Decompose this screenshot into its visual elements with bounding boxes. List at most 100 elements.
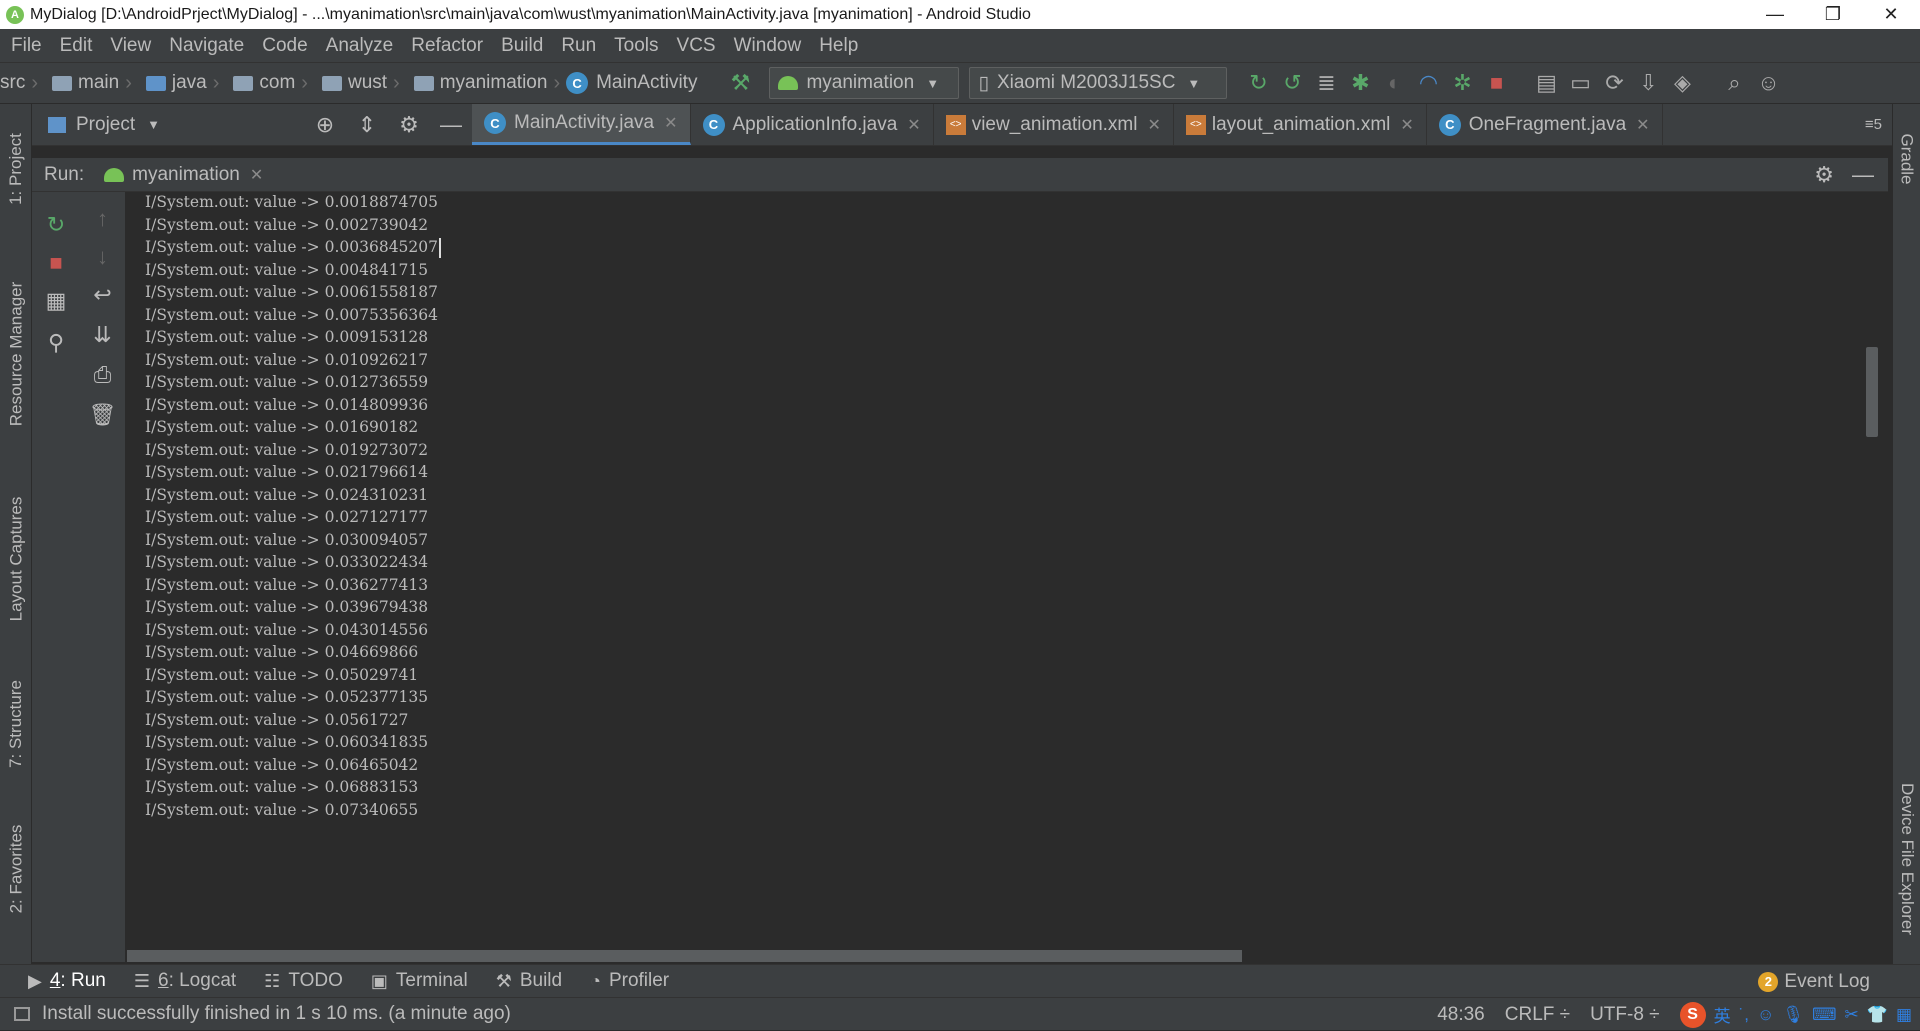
rerun-icon[interactable]: ↻: [32, 212, 80, 238]
close-icon[interactable]: ✕: [1636, 115, 1649, 135]
minimize-button[interactable]: —: [1746, 0, 1804, 29]
arrow-down-icon[interactable]: ↓: [80, 244, 125, 270]
grid-menu-icon[interactable]: ▦: [1896, 1005, 1912, 1025]
tab-project-tool[interactable]: 1: Project: [0, 114, 32, 224]
run-config-select[interactable]: myanimation ▼: [769, 67, 960, 99]
tab-favorites[interactable]: 2: Favorites: [0, 804, 32, 934]
toggle-tool-windows-icon[interactable]: [14, 1007, 30, 1021]
close-icon[interactable]: ✕: [664, 113, 677, 133]
breadcrumb-mainactivity[interactable]: C MainActivity: [566, 72, 697, 94]
menu-help[interactable]: Help: [810, 35, 867, 57]
editor-tab[interactable]: C ApplicationInfo.java ✕: [691, 104, 934, 145]
bottom-tab-build[interactable]: ⚒ Build: [496, 970, 562, 992]
menu-build[interactable]: Build: [492, 35, 552, 57]
breadcrumb-myanimation[interactable]: myanimation: [406, 72, 547, 94]
hide-icon[interactable]: —: [430, 112, 472, 138]
menu-file[interactable]: File: [2, 35, 51, 57]
menu-view[interactable]: View: [101, 35, 160, 57]
editor-tab[interactable]: <> layout_animation.xml ✕: [1174, 104, 1427, 145]
restore-layout-icon[interactable]: ▦: [32, 288, 80, 314]
menu-code[interactable]: Code: [253, 35, 316, 57]
console-output[interactable]: I/System.out: value -> 0.0018874705 I/Sys…: [127, 192, 1888, 962]
keyboard-icon[interactable]: ⌨: [1812, 1005, 1837, 1025]
menu-edit[interactable]: Edit: [51, 35, 102, 57]
sdk-manager-icon[interactable]: ⇩: [1631, 66, 1665, 100]
emoji-icon[interactable]: ☺: [1757, 1005, 1774, 1025]
close-icon[interactable]: ✕: [907, 115, 920, 135]
breadcrumb-java[interactable]: java: [138, 72, 207, 94]
project-structure-icon[interactable]: ▤: [1529, 66, 1563, 100]
tab-gradle[interactable]: Gradle: [1893, 114, 1920, 204]
editor-tab[interactable]: <> view_animation.xml ✕: [934, 104, 1174, 145]
layout-inspector-icon[interactable]: ◈: [1665, 66, 1699, 100]
apply-code-changes-icon[interactable]: ≣: [1309, 66, 1343, 100]
tab-layout-captures[interactable]: Layout Captures: [0, 474, 32, 644]
project-view-selector[interactable]: Project ▼ ⊕ ⇕ ⚙ —: [32, 104, 472, 145]
hammer-build-icon[interactable]: ⚒: [723, 66, 757, 100]
close-icon[interactable]: ✕: [1400, 115, 1413, 135]
gear-icon[interactable]: ⚙: [388, 112, 430, 138]
close-icon[interactable]: ✕: [1147, 115, 1160, 135]
hide-icon[interactable]: —: [1852, 162, 1874, 188]
tab-resource-manager[interactable]: Resource Manager: [0, 254, 32, 454]
tab-structure[interactable]: 7: Structure: [0, 659, 32, 789]
editor-tab[interactable]: C MainActivity.java ✕: [472, 104, 691, 145]
menu-window[interactable]: Window: [725, 35, 811, 57]
apply-changes-icon[interactable]: ↺: [1275, 66, 1309, 100]
scroll-to-end-icon[interactable]: ⇊: [80, 322, 125, 348]
tab-overflow-button[interactable]: ≡5: [1865, 104, 1892, 145]
bottom-tab-profiler[interactable]: ◔ Profiler: [590, 970, 669, 992]
restore-button[interactable]: ❐: [1804, 0, 1862, 29]
punctuation-icon[interactable]: ˙,: [1739, 1005, 1749, 1025]
gear-icon[interactable]: ⚙: [1814, 162, 1834, 188]
locate-icon[interactable]: ⊕: [304, 112, 346, 138]
line-separator[interactable]: CRLF ÷: [1505, 1004, 1570, 1026]
collapse-icon[interactable]: ⇕: [346, 112, 388, 138]
bottom-tab-run[interactable]: ▶ 4: Run: [28, 970, 106, 992]
sogou-ime-icon[interactable]: S: [1679, 1001, 1706, 1028]
run-tab-myanimation[interactable]: myanimation ✕: [104, 164, 263, 186]
bottom-tab-terminal[interactable]: ▣ Terminal: [371, 970, 468, 992]
pin-icon[interactable]: ⚲: [32, 330, 80, 356]
stop-icon[interactable]: ■: [1479, 66, 1513, 100]
tab-device-file-explorer[interactable]: Device File Explorer: [1893, 754, 1920, 964]
menu-tools[interactable]: Tools: [605, 35, 667, 57]
menu-analyze[interactable]: Analyze: [317, 35, 403, 57]
bottom-tab-todo[interactable]: ☷ TODO: [264, 970, 343, 992]
profile-icon[interactable]: ◠: [1411, 66, 1445, 100]
coverage-icon[interactable]: ◐: [1377, 66, 1411, 100]
breadcrumb-src[interactable]: src: [0, 72, 25, 94]
stop-icon[interactable]: ■: [32, 250, 80, 276]
event-log-button[interactable]: 2 Event Log: [1758, 965, 1870, 998]
menu-vcs[interactable]: VCS: [668, 35, 725, 57]
debug-icon[interactable]: ✱: [1343, 66, 1377, 100]
menu-navigate[interactable]: Navigate: [160, 35, 253, 57]
rerun-icon[interactable]: ↻: [1241, 66, 1275, 100]
soft-wrap-icon[interactable]: ↩: [80, 282, 125, 308]
device-select[interactable]: ▯ Xiaomi M2003J15SC ▼: [969, 67, 1228, 99]
console-horizontal-scrollbar[interactable]: [127, 950, 1242, 962]
breadcrumb-wust[interactable]: wust: [314, 72, 387, 94]
close-button[interactable]: ✕: [1862, 0, 1920, 29]
caret-position[interactable]: 48:36: [1437, 1004, 1485, 1026]
arrow-up-icon[interactable]: ↑: [80, 206, 125, 232]
sync-gradle-icon[interactable]: ⟳: [1597, 66, 1631, 100]
status-message[interactable]: Install successfully finished in 1 s 10 …: [42, 1003, 511, 1025]
ime-language[interactable]: 英: [1714, 1002, 1731, 1027]
microphone-icon[interactable]: 🎙: [1782, 1005, 1804, 1025]
skin-icon[interactable]: ✂: [1845, 1005, 1859, 1025]
editor-tab[interactable]: C OneFragment.java ✕: [1427, 104, 1663, 145]
file-encoding[interactable]: UTF-8 ÷: [1590, 1004, 1660, 1026]
avatar-icon[interactable]: ☺: [1751, 66, 1785, 100]
attach-debugger-icon[interactable]: ✲: [1445, 66, 1479, 100]
breadcrumb-com[interactable]: com: [225, 72, 295, 94]
avd-manager-icon[interactable]: ▭: [1563, 66, 1597, 100]
print-icon[interactable]: ⎙: [80, 362, 125, 388]
shirt-icon[interactable]: 👕: [1867, 1005, 1888, 1025]
trash-icon[interactable]: 🗑: [80, 402, 125, 428]
console-vertical-scrollbar[interactable]: [1866, 347, 1878, 437]
menu-run[interactable]: Run: [552, 35, 605, 57]
menu-refactor[interactable]: Refactor: [402, 35, 492, 57]
bottom-tab-logcat[interactable]: ☰ 6: Logcat: [134, 970, 236, 992]
breadcrumb-main[interactable]: main: [44, 72, 119, 94]
